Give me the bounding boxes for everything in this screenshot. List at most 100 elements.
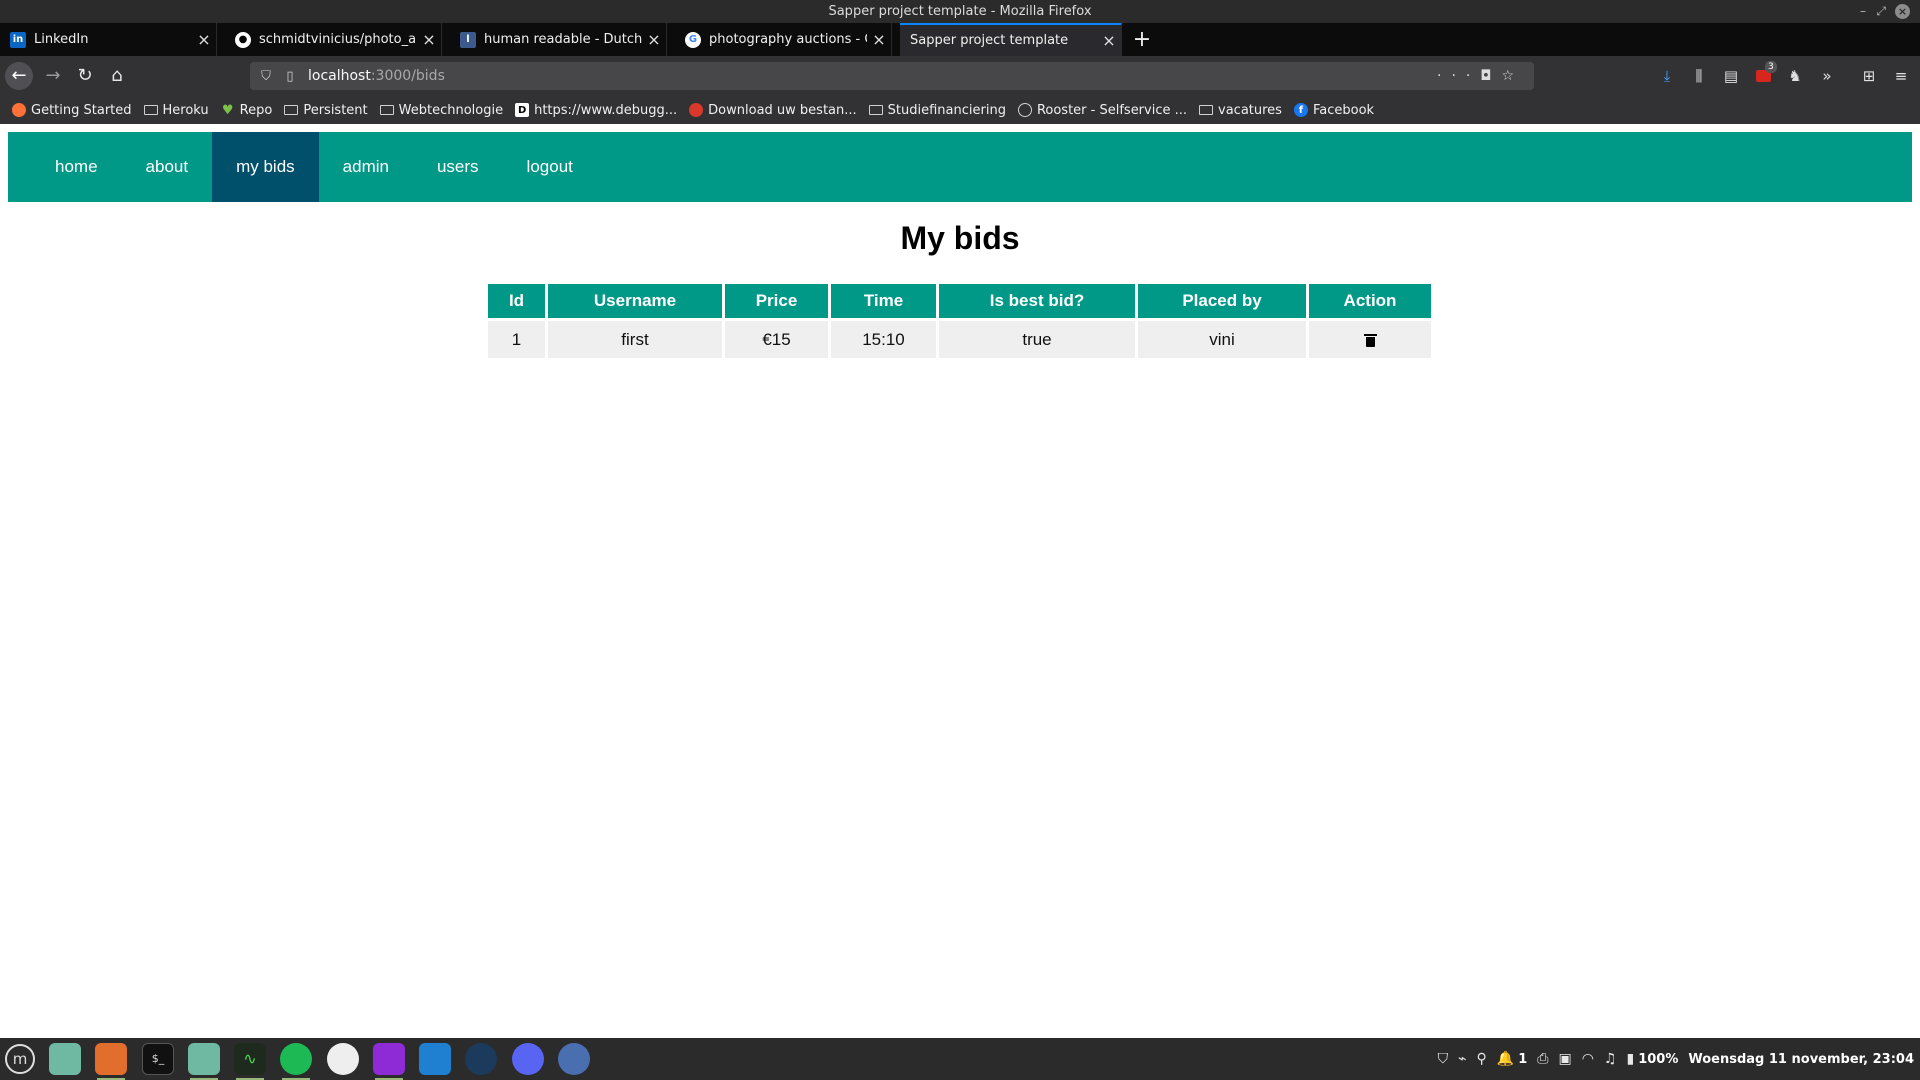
tab-close-icon[interactable]: × (417, 30, 441, 49)
tab-close-icon[interactable]: × (1097, 31, 1121, 50)
shield-icon[interactable]: ⛉ (254, 69, 278, 84)
dictionary-icon: l (460, 31, 476, 48)
tab-close-icon[interactable]: × (192, 30, 216, 49)
url-bar[interactable]: ⛉ ▯ localhost:3000/bids ···◘☆ (250, 62, 1534, 90)
trash-icon[interactable] (1363, 333, 1377, 347)
shield-tray-icon[interactable]: ⛉ (1438, 1051, 1449, 1067)
puzzle-icon[interactable]: ⊞ (1856, 56, 1882, 96)
nav-admin[interactable]: admin (319, 132, 413, 202)
table-row: 1 first €15 15:10 true vini (488, 321, 1431, 358)
tab-linkedin[interactable]: in LinkedIn × (0, 23, 217, 56)
home-button[interactable]: ⌂ (102, 56, 132, 96)
url-actions: ···◘☆ (1437, 62, 1524, 90)
drop-icon[interactable] (558, 1043, 590, 1075)
bookmark-label: Facebook (1312, 102, 1375, 118)
tab-google[interactable]: G photography auctions - Goo × (675, 23, 892, 56)
bookmark-debugg[interactable]: D https://www.debugg... (515, 103, 677, 118)
discord-icon[interactable] (512, 1043, 544, 1075)
overflow-menu-icon[interactable]: » (1814, 56, 1840, 96)
tab-label: LinkedIn (34, 32, 89, 47)
bookmark-rooster[interactable]: Rooster - Selfservice ... (1017, 103, 1187, 118)
tab-label: photography auctions - Goo (709, 32, 867, 47)
nav-my-bids[interactable]: my bids (212, 132, 319, 202)
clock[interactable]: Woensdag 11 november, 23:04 (1688, 1052, 1914, 1067)
bookmark-studiefinanciering[interactable]: Studiefinanciering (868, 102, 1006, 118)
system-monitor-icon[interactable]: ∿ (234, 1043, 266, 1080)
nav-logout[interactable]: logout (503, 132, 597, 202)
folder-icon (1199, 105, 1214, 115)
tab-label: human readable - Dutch tra (484, 32, 642, 47)
tab-active[interactable]: Sapper project template × (900, 23, 1122, 56)
folder-icon (284, 105, 299, 115)
header-price: Price (725, 284, 828, 318)
location-icon[interactable]: ⚲ (1477, 1051, 1487, 1067)
minimize-icon[interactable]: – (1860, 0, 1866, 23)
bookmark-repo[interactable]: ♥ Repo (221, 103, 272, 118)
more-actions-icon[interactable]: ··· (1437, 68, 1480, 84)
forward-button[interactable]: → (38, 56, 68, 96)
terminal-icon[interactable]: $_ (142, 1043, 174, 1075)
bookmark-webtechnologie[interactable]: Webtechnologie (379, 103, 503, 118)
bookmark-heroku[interactable]: Heroku (143, 103, 209, 118)
window-title: Sapper project template - Mozilla Firefo… (828, 4, 1092, 19)
bookmark-label: Download uw bestan... (708, 102, 857, 118)
url-text[interactable]: localhost:3000/bids (308, 68, 445, 84)
file-manager-icon[interactable] (188, 1043, 220, 1080)
music-icon[interactable]: ♫ (1604, 1051, 1617, 1067)
pocket-icon[interactable]: ◘ (1480, 68, 1501, 84)
intellij-icon[interactable] (373, 1043, 405, 1080)
bookmark-getting-started[interactable]: Getting Started (12, 103, 132, 118)
nav-users[interactable]: users (413, 132, 503, 202)
cell-is-best-bid: true (939, 321, 1135, 358)
bookmark-download[interactable]: Download uw bestan... (689, 102, 857, 118)
extension-icon[interactable]: ♞ (1782, 56, 1808, 96)
globe-icon (1017, 103, 1032, 117)
close-window-icon[interactable]: × (1895, 4, 1910, 19)
vpn-icon[interactable]: ⌁ (1458, 1051, 1466, 1067)
header-username: Username (548, 284, 722, 318)
reload-button[interactable]: ↻ (70, 56, 100, 96)
firefox-app-icon[interactable] (95, 1043, 127, 1080)
screen-icon[interactable]: ▣ (1558, 1051, 1571, 1067)
url-path: :3000/bids (370, 68, 445, 84)
spotify-icon[interactable] (280, 1043, 312, 1080)
url-host: localhost (308, 68, 371, 84)
vscode-icon[interactable] (419, 1043, 451, 1075)
tab-dictionary[interactable]: l human readable - Dutch tra × (450, 23, 667, 56)
tab-github[interactable]: ● schmidtvinicius/photo_auc × (225, 23, 442, 56)
header-id: Id (488, 284, 545, 318)
restore-icon[interactable]: ⤢ (1876, 0, 1886, 23)
bookmark-star-icon[interactable]: ☆ (1501, 68, 1524, 84)
cell-price: €15 (725, 321, 828, 358)
notification-icon[interactable]: 🔔 (1497, 1051, 1514, 1067)
wifi-icon[interactable]: ◠ (1582, 1051, 1594, 1067)
new-tab-button[interactable]: + (1130, 23, 1154, 56)
bookmarks-bar: Getting Started Heroku ♥ Repo Persistent… (0, 96, 1920, 124)
printer-icon[interactable]: ⎙ (1537, 1051, 1548, 1067)
writer-icon[interactable] (327, 1043, 359, 1075)
battery-icon[interactable]: ▮ (1626, 1051, 1634, 1067)
window-titlebar: Sapper project template - Mozilla Firefo… (0, 0, 1920, 23)
tab-close-icon[interactable]: × (867, 30, 891, 49)
bookmark-vacatures[interactable]: vacatures (1199, 103, 1282, 118)
files-icon[interactable] (49, 1043, 81, 1075)
back-button[interactable]: ← (5, 62, 33, 90)
tab-close-icon[interactable]: × (642, 30, 666, 49)
debug-icon: D (515, 103, 530, 117)
folder-icon (143, 105, 158, 115)
downloads-icon[interactable]: ⤓ (1654, 56, 1680, 96)
bookmark-label: Studiefinanciering (887, 102, 1006, 118)
folder-icon (379, 105, 394, 115)
library-icon[interactable]: ⫼ (1686, 56, 1712, 96)
nav-about[interactable]: about (122, 132, 213, 202)
cell-id: 1 (488, 321, 545, 358)
bids-table: Id Username Price Time Is best bid? Plac… (485, 281, 1434, 361)
bookmark-persistent[interactable]: Persistent (284, 103, 368, 118)
nav-home[interactable]: home (31, 132, 122, 202)
bookmark-facebook[interactable]: f Facebook (1293, 102, 1375, 118)
extension-badge-icon[interactable]: 3 (1750, 56, 1777, 96)
sidebar-icon[interactable]: ▤ (1718, 56, 1744, 96)
hamburger-menu-icon[interactable]: ≡ (1888, 56, 1914, 96)
mint-menu-icon[interactable]: m (5, 1044, 35, 1074)
steam-icon[interactable] (465, 1043, 497, 1075)
